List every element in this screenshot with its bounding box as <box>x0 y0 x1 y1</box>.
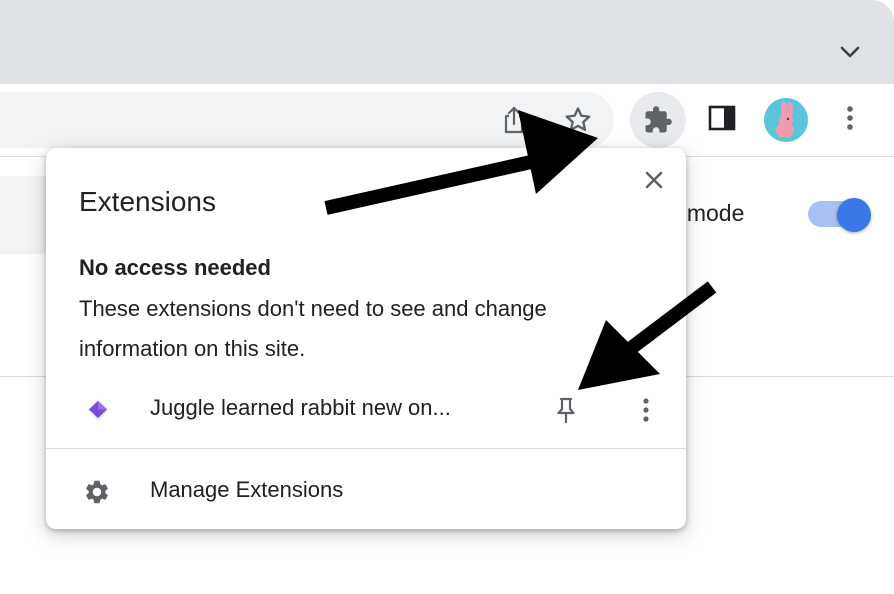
rabbit-avatar-icon <box>776 101 794 138</box>
manage-extensions-label: Manage Extensions <box>150 477 344 502</box>
section-heading: No access needed <box>79 255 271 280</box>
gear-icon <box>86 480 108 504</box>
star-icon <box>565 107 591 132</box>
share-button[interactable] <box>494 100 534 140</box>
profile-avatar[interactable] <box>764 98 808 142</box>
developer-mode-toggle-knob[interactable] <box>837 198 871 232</box>
close-icon <box>645 171 663 189</box>
purple-diamond-icon <box>87 399 109 421</box>
section-description: These extensions don't need to see and c… <box>79 296 547 361</box>
more-vert-icon <box>643 398 649 422</box>
close-button[interactable] <box>638 164 670 196</box>
extension-name: Juggle learned rabbit new on... <box>150 395 451 420</box>
pin-button[interactable] <box>550 392 582 428</box>
bookmark-star-button[interactable] <box>558 100 598 140</box>
side-panel-button[interactable] <box>702 98 742 138</box>
extension-more-actions-button[interactable] <box>630 392 662 428</box>
manage-extensions-item[interactable]: Manage Extensions <box>46 466 686 514</box>
extension-item[interactable]: Juggle learned rabbit new on... <box>46 384 686 432</box>
tab-strip <box>0 0 894 84</box>
side-panel-icon <box>708 105 736 131</box>
browser-toolbar <box>0 84 894 157</box>
extensions-menu-title: Extensions <box>79 186 216 217</box>
share-icon <box>504 106 524 134</box>
chevron-down-icon <box>840 46 860 58</box>
puzzle-icon <box>645 106 672 133</box>
menu-divider <box>46 448 686 449</box>
extensions-menu: Extensions No access needed These extens… <box>46 148 686 529</box>
browser-menu-button[interactable] <box>830 98 870 138</box>
tab-search-button[interactable] <box>836 38 864 66</box>
extensions-button[interactable] <box>630 92 686 148</box>
pin-icon <box>557 397 575 424</box>
more-vert-icon <box>847 106 853 130</box>
